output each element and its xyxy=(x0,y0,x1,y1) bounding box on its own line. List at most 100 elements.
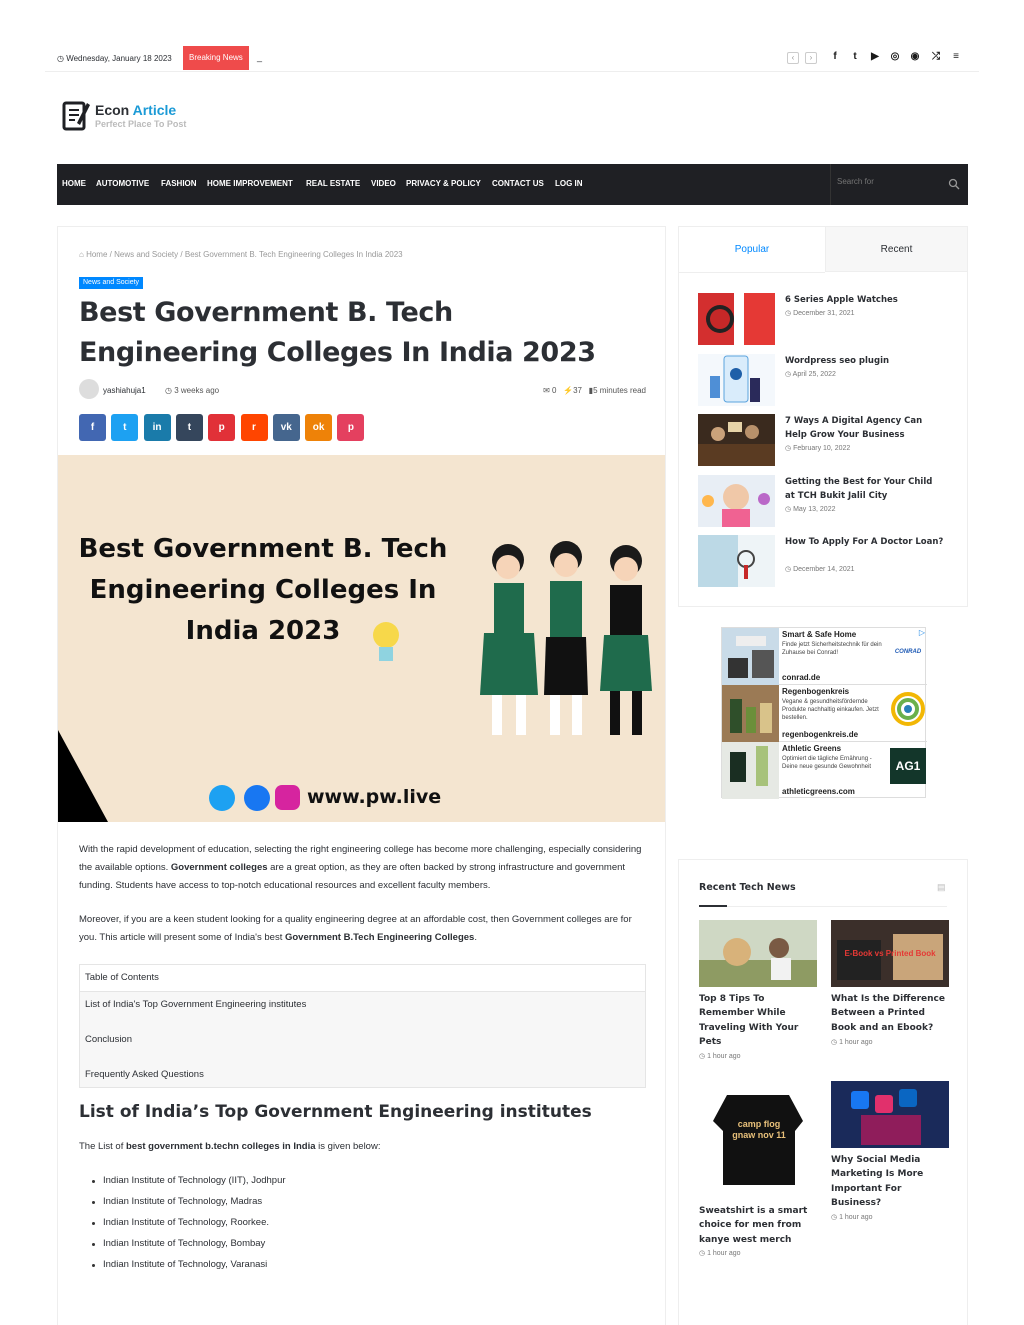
ad-url[interactable]: regenbogenkreis.de xyxy=(782,730,858,739)
paragraph-bold: best government b.techn colleges in Indi… xyxy=(126,1141,316,1152)
news-title[interactable]: Top 8 Tips To Remember While Traveling W… xyxy=(699,992,817,1049)
nav-item-contact-us[interactable]: CONTACT US xyxy=(492,179,544,188)
popular-recent-widget: Popular Recent 6 Series Apple Watches ◷ … xyxy=(678,226,968,607)
tab-popular[interactable]: Popular xyxy=(679,227,825,272)
ad-image[interactable] xyxy=(722,628,779,685)
search-input[interactable] xyxy=(837,177,937,186)
heading-underline xyxy=(699,905,727,907)
facebook-share-button[interactable]: f xyxy=(79,414,106,441)
ad-image[interactable] xyxy=(722,685,779,742)
ad-title[interactable]: Smart & Safe Home xyxy=(782,630,856,639)
paragraph-bold: Government B.Tech Engineering Colleges xyxy=(284,932,475,943)
news-title[interactable]: Why Social Media Marketing Is More Impor… xyxy=(831,1153,949,1210)
nav-item-automotive[interactable]: AUTOMOTIVE xyxy=(96,179,149,188)
ad-description: Optimiert die tägliche Ernährung - Deine… xyxy=(782,756,872,770)
vk-share-button[interactable]: vk xyxy=(272,414,300,441)
ticker-next-button[interactable]: › xyxy=(805,52,817,64)
news-thumbnail[interactable] xyxy=(699,920,817,987)
search-icon[interactable] xyxy=(948,178,960,190)
news-title[interactable]: What Is the Difference Between a Printed… xyxy=(831,992,949,1035)
ad-url[interactable]: conrad.de xyxy=(782,673,820,682)
news-thumbnail-caption: camp flog gnaw nov 11 xyxy=(732,1119,786,1140)
list-item: Indian Institute of Technology, Varanasi xyxy=(91,1259,268,1270)
breadcrumb-category[interactable]: News and Society xyxy=(114,250,178,259)
toc-item[interactable]: Frequently Asked Questions xyxy=(85,1069,204,1080)
author-avatar[interactable] xyxy=(79,379,99,399)
twitter-share-button[interactable]: t xyxy=(111,414,139,441)
news-date-text: 1 hour ago xyxy=(839,1214,873,1221)
news-title[interactable]: Sweatshirt is a smart choice for men fro… xyxy=(699,1204,817,1247)
ticker-prev-button[interactable]: ‹ xyxy=(787,52,799,64)
breadcrumb-home[interactable]: Home xyxy=(86,250,107,259)
random-icon[interactable]: ⤮ xyxy=(930,51,942,63)
post-thumbnail[interactable] xyxy=(698,535,775,587)
nav-item-privacy-policy[interactable]: PRIVACY & POLICY xyxy=(406,179,481,188)
twitter-icon[interactable]: t xyxy=(849,51,861,63)
post-title[interactable]: 6 Series Apple Watches xyxy=(785,293,945,307)
youtube-icon[interactable]: ▶ xyxy=(869,51,881,63)
post-title[interactable]: Getting the Best for Your Child at TCH B… xyxy=(785,475,945,503)
list-item: Indian Institute of Technology (IIT), Jo… xyxy=(92,1175,286,1186)
popular-post[interactable]: Getting the Best for Your Child at TCH B… xyxy=(698,475,948,527)
instagram-icon[interactable]: ◎ xyxy=(889,51,901,63)
post-date-text: December 31, 2021 xyxy=(793,310,855,317)
author-name[interactable]: yashiahuja1 xyxy=(103,386,146,395)
article-container: ⌂ Home / News and Society / Best Governm… xyxy=(57,226,666,1325)
top-bar: ◷ Wednesday, January 18 2023 Breaking Ne… xyxy=(45,44,979,72)
ad-item[interactable]: Regenbogenkreis Vegane & gesundheitsförd… xyxy=(722,685,927,742)
comment-count[interactable]: 0 xyxy=(552,386,556,395)
news-thumbnail[interactable] xyxy=(831,1081,949,1148)
post-thumbnail[interactable] xyxy=(698,475,775,527)
news-ticker[interactable]: _ xyxy=(257,52,262,62)
popular-post[interactable]: Wordpress seo plugin ◷ April 25, 2022 xyxy=(698,354,948,406)
linkedin-share-button[interactable]: in xyxy=(143,414,171,441)
pinterest-share-button[interactable]: p xyxy=(208,414,236,441)
site-logo[interactable]: Econ Article Perfect Place To Post xyxy=(62,99,212,133)
paragraph-link[interactable]: Government colleges xyxy=(171,862,268,873)
toc-item[interactable]: List of India's Top Government Engineeri… xyxy=(85,999,306,1010)
tab-recent[interactable]: Recent xyxy=(825,227,967,272)
post-date: ◷ May 13, 2022 xyxy=(785,506,836,513)
ad-title[interactable]: Regenbogenkreis xyxy=(782,687,849,696)
nav-item-fashion[interactable]: FASHION xyxy=(161,179,197,188)
post-title[interactable]: 7 Ways A Digital Agency Can Help Grow Yo… xyxy=(785,414,945,442)
toc-heading[interactable]: Table of Contents xyxy=(80,965,645,992)
post-title[interactable]: Wordpress seo plugin xyxy=(785,354,945,368)
tumblr-share-button[interactable]: t xyxy=(175,414,203,441)
popular-post[interactable]: 6 Series Apple Watches ◷ December 31, 20… xyxy=(698,293,948,345)
ad-item[interactable]: Athletic Greens Optimiert die tägliche E… xyxy=(722,742,927,799)
nav-item-home[interactable]: HOME xyxy=(62,179,86,188)
tumblr-icon: t xyxy=(187,422,192,433)
ad-image[interactable] xyxy=(722,742,779,799)
tab-divider xyxy=(679,272,825,273)
category-badge[interactable]: News and Society xyxy=(79,277,144,289)
popular-post[interactable]: How To Apply For A Doctor Loan? ◷ Decemb… xyxy=(698,535,948,587)
facebook-icon[interactable]: f xyxy=(829,51,841,63)
ad-url[interactable]: athleticgreens.com xyxy=(782,787,855,796)
paragraph-list-intro: The List of best government b.techn coll… xyxy=(79,1138,649,1156)
post-thumbnail[interactable] xyxy=(698,354,775,406)
post-title[interactable]: How To Apply For A Doctor Loan? xyxy=(785,535,945,549)
nav-item-video[interactable]: VIDEO xyxy=(371,179,396,188)
popular-post[interactable]: 7 Ways A Digital Agency Can Help Grow Yo… xyxy=(698,414,948,466)
heading-divider xyxy=(727,906,947,907)
facebook-icon: f xyxy=(90,422,95,433)
featured-image: Best Government B. Tech Engineering Coll… xyxy=(58,455,665,822)
post-thumbnail[interactable] xyxy=(698,293,775,345)
post-thumbnail[interactable] xyxy=(698,414,775,466)
toc-item[interactable]: Conclusion xyxy=(85,1034,132,1045)
read-time: 5 minutes read xyxy=(593,386,646,395)
nav-item-home-improvement[interactable]: HOME IMPROVEMENT xyxy=(207,179,293,188)
nav-item-log-in[interactable]: LOG IN xyxy=(555,179,583,188)
pocket-share-button[interactable]: p xyxy=(337,414,365,441)
ad-title[interactable]: Athletic Greens xyxy=(782,744,841,753)
date-text: Wednesday, January 18 2023 xyxy=(66,54,172,63)
ad-item[interactable]: Smart & Safe Home Finde jetzt Sicherheit… xyxy=(722,628,927,685)
recent-tech-news-widget: Recent Tech News ▤ Top 8 Tips To Remembe… xyxy=(678,859,968,1325)
reddit-share-button[interactable]: r xyxy=(240,414,268,441)
odnoklassniki-share-button[interactable]: ok xyxy=(305,414,333,441)
user-icon[interactable]: ◉ xyxy=(909,51,921,63)
ad-choices-icon[interactable]: ▷ xyxy=(919,628,925,637)
menu-icon[interactable]: ≡ xyxy=(950,51,962,63)
nav-item-real-estate[interactable]: REAL ESTATE xyxy=(306,179,360,188)
